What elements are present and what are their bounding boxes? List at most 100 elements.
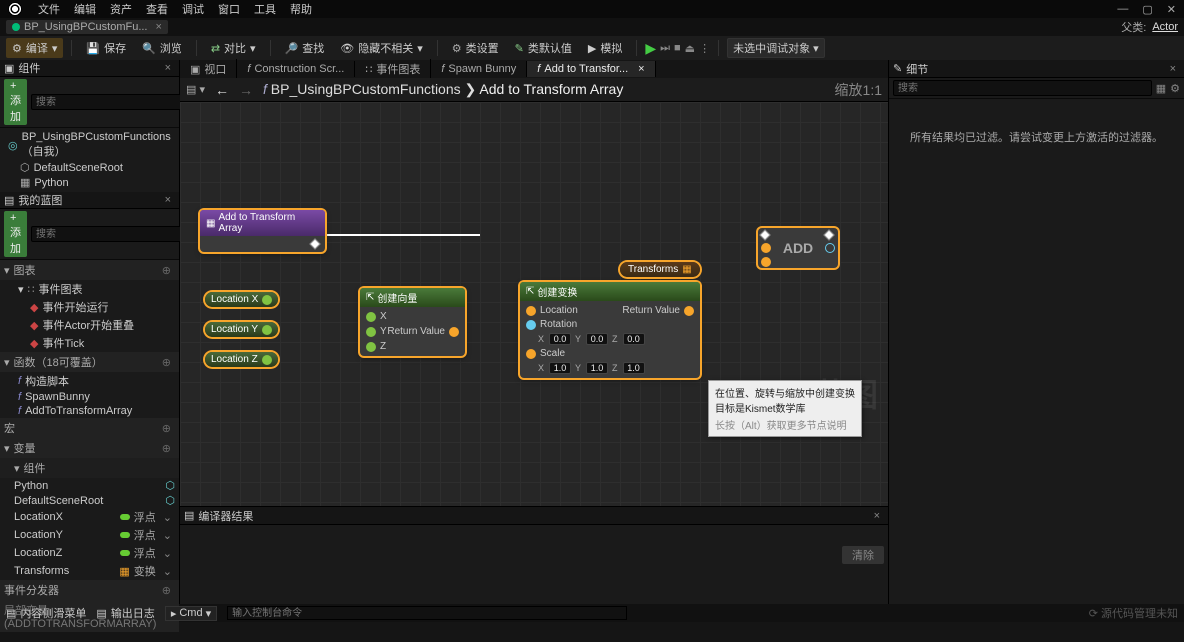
compiler-header[interactable]: ▤ 编译器结果 ×: [180, 507, 888, 525]
add-macro-button[interactable]: ⊕: [158, 422, 175, 435]
dispatchers-section[interactable]: 事件分发器⊕: [0, 580, 179, 600]
variable-item[interactable]: LocationZ浮点⌄: [0, 544, 179, 562]
mybp-panel-header[interactable]: ▤ 我的蓝图 ×: [0, 192, 179, 209]
get-variable-node[interactable]: Location X: [205, 292, 278, 307]
asset-tab[interactable]: BP_UsingBPCustomFu... ×: [6, 20, 168, 34]
chevron-down-icon[interactable]: ⌄: [160, 547, 175, 560]
graph-canvas[interactable]: 蓝图 ▦ Add to Transform Array: [180, 102, 888, 506]
components-search-input[interactable]: [31, 94, 185, 110]
graphs-section[interactable]: 图表⊕: [0, 260, 179, 280]
step-button[interactable]: ⏭: [660, 42, 670, 55]
maximize-button[interactable]: ▢: [1142, 3, 1152, 16]
graph-tab-viewport[interactable]: ▣视口: [180, 59, 237, 79]
input-pin-x[interactable]: [366, 312, 376, 322]
source-control-status[interactable]: ⟳源代码管理未知: [1089, 605, 1178, 621]
simulate-button[interactable]: ▶模拟: [582, 38, 628, 58]
class-defaults-button[interactable]: ✎类默认值: [509, 38, 578, 58]
close-icon[interactable]: ×: [161, 62, 175, 74]
class-settings-button[interactable]: ⚙类设置: [446, 38, 505, 58]
exec-output-pin[interactable]: [309, 238, 320, 249]
breadcrumb-root[interactable]: BP_UsingBPCustomFunctions: [271, 81, 461, 97]
clear-results-button[interactable]: 清除: [842, 546, 884, 564]
input-pin-y[interactable]: [366, 327, 376, 337]
eject-button[interactable]: ⏏: [685, 42, 695, 55]
event-item[interactable]: ◆事件Tick: [0, 334, 179, 352]
close-tab-icon[interactable]: ×: [152, 21, 162, 33]
make-vector-node[interactable]: ⇱创建向量 X Y Z Return Value: [360, 288, 465, 356]
scale-input-pin[interactable]: [526, 349, 536, 359]
play-button[interactable]: ▶: [645, 40, 656, 57]
diff-button[interactable]: ⇄对比: [205, 38, 262, 58]
variable-item[interactable]: Transforms▦变换⌄: [0, 562, 179, 580]
recent-button[interactable]: ▤ ▾: [186, 83, 205, 96]
get-transforms-node[interactable]: Transforms ▦: [620, 262, 700, 277]
stop-button[interactable]: ■: [674, 42, 681, 54]
components-tree-root[interactable]: ◎ BP_UsingBPCustomFunctions （自我）: [0, 130, 179, 160]
event-item[interactable]: ◆事件开始运行: [0, 298, 179, 316]
find-button[interactable]: 🔎查找: [279, 38, 331, 58]
component-var-item[interactable]: DefaultSceneRoot⬡: [0, 493, 179, 508]
breadcrumb-leaf[interactable]: Add to Transform Array: [479, 81, 623, 97]
variable-item[interactable]: LocationX浮点⌄: [0, 508, 179, 526]
minimize-button[interactable]: —: [1117, 3, 1128, 16]
graph-tab-addtotransform[interactable]: fAdd to Transfor...×: [527, 61, 655, 77]
graph-tab-construction[interactable]: fConstruction Scr...: [237, 61, 355, 77]
variable-item[interactable]: LocationY浮点⌄: [0, 526, 179, 544]
menu-item[interactable]: 窗口: [218, 1, 240, 17]
add-graph-button[interactable]: ⊕: [158, 264, 175, 277]
add-function-button[interactable]: ⊕: [158, 356, 175, 369]
var-output-pin[interactable]: [262, 355, 272, 365]
parent-class-link[interactable]: Actor: [1152, 21, 1178, 33]
add-dispatcher-button[interactable]: ⊕: [158, 584, 175, 597]
components-tree-item[interactable]: ⬡ DefaultSceneRoot: [0, 160, 179, 175]
output-pin[interactable]: [449, 327, 459, 337]
nav-forward-button[interactable]: →: [239, 82, 253, 98]
menu-item[interactable]: 编辑: [74, 1, 96, 17]
function-item[interactable]: fAddToTransformArray: [0, 404, 179, 418]
item-input-pin[interactable]: [761, 257, 771, 267]
menu-item[interactable]: 查看: [146, 1, 168, 17]
macros-section[interactable]: 宏⊕: [0, 418, 179, 438]
close-icon[interactable]: ×: [870, 510, 884, 522]
make-transform-node[interactable]: ⇱创建变换 Location Return Value Rotation X Y…: [520, 282, 700, 378]
menu-item[interactable]: 工具: [254, 1, 276, 17]
components-tree-item[interactable]: ▦ Python: [0, 175, 179, 190]
rot-z-input[interactable]: [623, 333, 645, 345]
nav-back-button[interactable]: ←: [215, 82, 229, 98]
function-entry-node[interactable]: ▦ Add to Transform Array: [200, 210, 325, 252]
details-panel-header[interactable]: ✎ 细节 ×: [889, 60, 1184, 78]
compile-button[interactable]: ⚙ 编译 ▾: [6, 38, 63, 58]
scale-x-input[interactable]: [549, 362, 571, 374]
rotation-input-pin[interactable]: [526, 320, 536, 330]
functions-section[interactable]: 函数（18可覆盖）⊕: [0, 352, 179, 372]
array-add-node[interactable]: ADD: [758, 228, 838, 268]
cmd-input[interactable]: [227, 606, 627, 620]
grid-icon[interactable]: ▦: [1156, 82, 1166, 95]
function-item[interactable]: fSpawnBunny: [0, 390, 179, 404]
save-button[interactable]: 💾保存: [80, 38, 132, 58]
chevron-down-icon[interactable]: ⌄: [160, 565, 175, 578]
cmd-type-dropdown[interactable]: ▸Cmd: [165, 606, 217, 621]
chevron-down-icon[interactable]: ⌄: [160, 529, 175, 542]
exec-input-pin[interactable]: [759, 229, 770, 240]
close-button[interactable]: ✕: [1167, 3, 1176, 16]
debug-object-dropdown[interactable]: 未选中调试对象: [727, 38, 825, 58]
graph-tab-eventgraph[interactable]: ∷事件图表: [355, 59, 431, 79]
get-variable-node[interactable]: Location Z: [205, 352, 278, 367]
menu-item[interactable]: 帮助: [290, 1, 312, 17]
close-icon[interactable]: ×: [161, 194, 175, 206]
output-log-button[interactable]: ▤输出日志: [96, 605, 154, 621]
graph-tab-spawnbunny[interactable]: fSpawn Bunny: [431, 61, 527, 77]
var-output-pin[interactable]: [262, 295, 272, 305]
more-play-button[interactable]: ⋮: [699, 42, 710, 55]
add-variable-button[interactable]: ⊕: [158, 442, 175, 455]
event-graph-item[interactable]: ∷事件图表: [0, 280, 179, 298]
event-item[interactable]: ◆事件Actor开始重叠: [0, 316, 179, 334]
close-tab-icon[interactable]: ×: [632, 63, 644, 75]
mybp-search-input[interactable]: [31, 226, 185, 242]
input-pin-z[interactable]: [366, 342, 376, 352]
rot-x-input[interactable]: [549, 333, 571, 345]
rot-y-input[interactable]: [586, 333, 608, 345]
close-icon[interactable]: ×: [1166, 63, 1180, 75]
get-variable-node[interactable]: Location Y: [205, 322, 278, 337]
